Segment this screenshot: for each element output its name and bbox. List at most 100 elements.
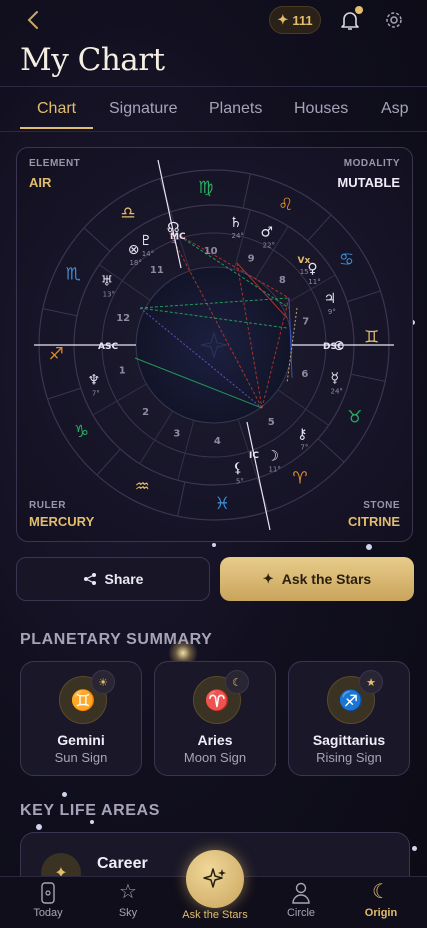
taurus-glyph-icon: ♉ [347,408,362,428]
part-of-fortune-icon[interactable]: ⊗ [128,242,140,258]
nav-circle[interactable]: Circle [266,879,336,919]
mercury-icon[interactable]: ☿ [330,370,339,386]
aries-glyph-icon: ♈ [292,469,307,489]
life-area-title: Career [97,855,148,872]
background-star [90,820,94,824]
house-number: 8 [279,275,286,286]
pisces-glyph-icon: ♓ [215,494,230,514]
moon-degree: 11° [268,465,280,473]
mars-icon[interactable]: ♂ [261,225,274,241]
tab-chart[interactable]: Chart [37,100,76,118]
house-cusp [92,383,147,416]
sparkle-icon: ✦ [277,12,289,27]
nav-ask-the-stars[interactable] [186,850,244,908]
vertex-degree: 15° [300,268,312,276]
active-tab-indicator [20,127,93,129]
background-star [366,544,372,550]
libra-glyph-icon: ♎ [120,203,135,223]
leo-glyph-icon: ♌ [278,195,293,215]
pluto-icon[interactable]: ♇ [140,233,153,249]
house-number: 11 [150,265,164,276]
saturn-icon[interactable]: ♄ [229,215,242,231]
jupiter-degree: 9° [328,308,336,316]
back-button[interactable] [22,8,46,32]
key-life-areas-heading: KEY LIFE AREAS [20,802,160,819]
sagittarius-glyph-icon: ♐ [49,344,64,364]
nav-sky[interactable]: ☆ Sky [93,879,163,919]
uranus-icon[interactable]: ♅ [101,274,114,290]
background-star [36,824,42,830]
nav-today[interactable]: Today [13,879,83,919]
ask-label: Ask the Stars [281,571,372,587]
background-star [212,543,216,547]
nav-origin[interactable]: ☾ Origin [346,879,416,919]
house-number: 12 [116,313,130,324]
dsc-label: DSC [323,342,344,352]
natal-chart-card: ELEMENT AIR MODALITY MUTABLE RULER MERCU… [16,147,413,542]
venus-degree: 11° [308,278,320,286]
gear-icon [386,12,402,28]
rising-sign-card[interactable]: ♐ ★ Sagittarius Rising Sign [288,661,410,776]
zodiac-divider [42,308,78,317]
chiron-icon[interactable]: ⚷ [297,426,307,442]
sparkles-icon [203,868,226,888]
lilith-icon[interactable]: ⚸ [233,461,243,477]
ic-label: IC [249,451,259,461]
jupiter-icon[interactable]: ♃ [324,291,337,307]
person-icon [266,879,336,905]
credits-badge[interactable]: ✦ 111 [269,6,321,34]
settings-button[interactable] [384,10,404,30]
uranus-degree: 13° [103,291,115,299]
share-button[interactable]: Share [16,557,210,601]
house-number: 6 [301,369,308,380]
background-star [412,846,417,851]
mars-degree: 22° [263,242,275,250]
moon-sign-card[interactable]: ♈ ☾ Aries Moon Sign [154,661,276,776]
tab-aspects[interactable]: Asp [381,100,409,118]
house-number: 10 [204,246,218,257]
nav-origin-label: Origin [364,907,398,919]
share-label: Share [104,571,144,587]
house-number: 5 [268,417,275,428]
star-icon: ★ [359,670,383,694]
pluto-degree: 14° [142,250,154,258]
nav-sky-label: Sky [118,907,138,919]
house-number: 9 [248,254,255,265]
planetary-summary-heading: PLANETARY SUMMARY [20,631,213,648]
house-number: 3 [173,428,180,439]
zodiac-divider [96,448,121,476]
moon-icon: ☾ [372,881,390,903]
zodiac-divider [317,438,345,463]
sun-icon: ☀ [91,670,115,694]
mc-label: MC [170,232,186,242]
zodiac-divider [350,373,386,382]
virgo-glyph-icon: ♍ [198,178,213,198]
sun-sign-card[interactable]: ♊ ☀ Gemini Sun Sign [20,661,142,776]
natal-chart-wheel[interactable]: ♍♌♋♊♉♈♓♒♑♐♏♎ 123456789101112 ☊3°♇14°♄24°… [17,148,412,541]
sun-sign-caption: Sun Sign [54,750,108,765]
neptune-icon[interactable]: ♆ [88,372,101,388]
phone-icon [13,879,83,905]
vertex-icon[interactable]: Vx [298,256,311,266]
house-cusp [139,410,174,464]
tab-planets[interactable]: Planets [209,100,262,118]
chiron-degree: 7° [300,443,308,451]
ask-the-stars-button[interactable]: ✦ Ask the Stars [220,557,414,601]
zodiac-divider [307,214,332,242]
zodiac-divider [47,387,82,400]
mercury-degree: 24° [331,387,343,395]
zodiac-divider [242,173,251,209]
share-icon [83,573,96,585]
house-number: 7 [302,316,309,327]
aspect-circle [135,266,293,424]
moon-icon[interactable]: ☽ [266,448,279,464]
moon-sign-caption: Moon Sign [183,750,247,765]
scorpio-glyph-icon: ♏ [66,264,81,284]
page-title: My Chart [20,42,165,78]
credits-count: 111 [292,12,313,28]
moon-sign-name: Aries [197,732,233,748]
tab-bar: Chart Signature Planets Houses Asp [0,86,427,132]
tab-houses[interactable]: Houses [294,100,348,118]
zodiac-divider [177,481,186,517]
tab-signature[interactable]: Signature [109,100,178,118]
